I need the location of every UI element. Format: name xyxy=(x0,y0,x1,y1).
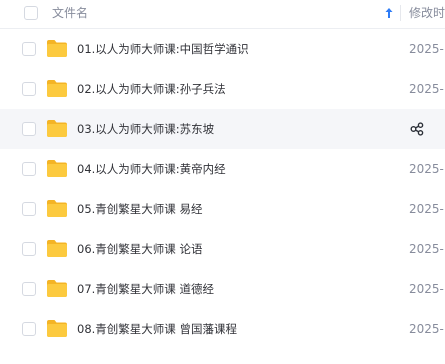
row-checkbox[interactable] xyxy=(22,322,36,336)
list-header: 文件名 修改时 xyxy=(0,0,445,29)
column-header-modified[interactable]: 修改时 xyxy=(409,5,445,21)
file-name[interactable]: 03.以人为师大师课:苏东坡 xyxy=(77,121,214,137)
file-name[interactable]: 05.青创繁星大师课 易经 xyxy=(77,201,202,217)
file-list: 文件名 修改时 01.以人为师大师课:中国哲学通识 2025-1 02.以人为师… xyxy=(0,0,445,364)
row-checkbox[interactable] xyxy=(22,82,36,96)
folder-icon xyxy=(47,240,67,257)
share-icon[interactable] xyxy=(410,122,424,136)
list-item[interactable]: 07.青创繁星大师课 道德经 2025-1 xyxy=(0,269,445,309)
list-item[interactable]: 01.以人为师大师课:中国哲学通识 2025-1 xyxy=(0,29,445,69)
modified-date: 2025-1 xyxy=(409,162,445,176)
modified-date: 2025-1 xyxy=(409,82,445,96)
row-checkbox[interactable] xyxy=(22,202,36,216)
row-checkbox[interactable] xyxy=(22,162,36,176)
file-name[interactable]: 04.以人为师大师课:黄帝内经 xyxy=(77,161,226,177)
folder-icon xyxy=(47,320,67,337)
file-name[interactable]: 08.青创繁星大师课 曾国藩课程 xyxy=(77,321,237,337)
modified-date: 2025-1 xyxy=(409,322,445,336)
modified-date: 2025-1 xyxy=(409,282,445,296)
folder-icon xyxy=(47,280,67,297)
list-item[interactable]: 06.青创繁星大师课 论语 2025-1 xyxy=(0,229,445,269)
column-header-name[interactable]: 文件名 xyxy=(52,5,88,21)
list-item[interactable]: 04.以人为师大师课:黄帝内经 2025-1 xyxy=(0,149,445,189)
row-checkbox[interactable] xyxy=(22,242,36,256)
arrow-up-icon[interactable] xyxy=(384,7,394,19)
list-item[interactable]: 02.以人为师大师课:孙子兵法 2025-1 xyxy=(0,69,445,109)
folder-icon xyxy=(47,80,67,97)
list-item[interactable]: 05.青创繁星大师课 易经 2025-1 xyxy=(0,189,445,229)
modified-date: 2025-1 xyxy=(409,42,445,56)
modified-date: 2025-1 xyxy=(409,242,445,256)
file-name[interactable]: 02.以人为师大师课:孙子兵法 xyxy=(77,81,226,97)
file-name[interactable]: 07.青创繁星大师课 道德经 xyxy=(77,281,214,297)
select-all-checkbox[interactable] xyxy=(24,6,38,20)
column-divider[interactable] xyxy=(400,5,401,21)
row-checkbox[interactable] xyxy=(22,282,36,296)
modified-date: 2025-1 xyxy=(409,202,445,216)
folder-icon xyxy=(47,120,67,137)
row-checkbox[interactable] xyxy=(22,42,36,56)
row-checkbox[interactable] xyxy=(22,122,36,136)
file-name[interactable]: 01.以人为师大师课:中国哲学通识 xyxy=(77,41,249,57)
file-name[interactable]: 06.青创繁星大师课 论语 xyxy=(77,241,202,257)
list-item[interactable]: 03.以人为师大师课:苏东坡 xyxy=(0,109,445,149)
list-item[interactable]: 08.青创繁星大师课 曾国藩课程 2025-1 xyxy=(0,309,445,349)
folder-icon xyxy=(47,40,67,57)
folder-icon xyxy=(47,200,67,217)
folder-icon xyxy=(47,160,67,177)
